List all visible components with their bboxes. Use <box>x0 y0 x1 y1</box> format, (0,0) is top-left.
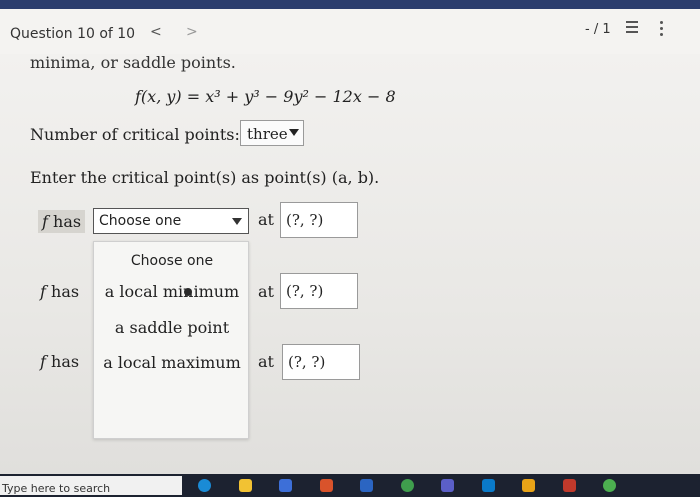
app-icon[interactable] <box>562 479 576 492</box>
teams-icon[interactable] <box>441 479 454 492</box>
critical-count-label: Number of critical points: <box>30 125 240 144</box>
question-number: Question 10 of 10 <box>10 26 136 42</box>
previous-question-button[interactable]: < <box>150 24 162 40</box>
critical-count-value: three <box>247 125 288 143</box>
mail-icon[interactable] <box>481 479 495 492</box>
word-icon[interactable] <box>360 479 373 492</box>
chrome-alt-icon[interactable] <box>603 479 616 492</box>
equation-rhs: x³ + y³ − 9y² − 12x − 8 <box>205 87 396 106</box>
dropdown-option[interactable]: a saddle point <box>94 318 250 337</box>
equation-lhs: f(x, y) = <box>135 87 206 106</box>
folder-icon[interactable] <box>522 479 535 492</box>
chrome-icon[interactable] <box>400 479 414 492</box>
classification-dropdown-menu: Choose one a local minimum a saddle poin… <box>93 241 249 439</box>
edge-icon[interactable] <box>198 479 211 492</box>
list-icon[interactable] <box>626 21 638 33</box>
score-display: - / 1 <box>585 22 611 37</box>
instructions: Enter the critical point(s) as point(s) … <box>30 168 380 187</box>
row1-classification-select[interactable]: Choose one <box>93 208 249 234</box>
question-header: Question 10 of 10 < > - / 1 <box>0 9 700 55</box>
row3-label: f has <box>40 352 80 371</box>
row3-point-input[interactable]: (?, ?) <box>282 344 360 380</box>
dropdown-arrow-icon <box>289 129 299 136</box>
row1-selected-value: Choose one <box>99 213 182 229</box>
top-color-strip <box>0 0 700 9</box>
dropdown-option[interactable]: a local minimum <box>94 282 250 301</box>
row2-at-label: at <box>258 282 274 301</box>
row2-point-input[interactable]: (?, ?) <box>280 273 358 309</box>
dropdown-arrow-icon <box>232 218 242 225</box>
row1-at-label: at <box>258 210 274 229</box>
store-icon[interactable] <box>279 479 292 492</box>
row1-label: f has <box>38 210 86 233</box>
row3-at-label: at <box>258 352 274 371</box>
dropdown-option[interactable]: Choose one <box>94 253 250 269</box>
question-body: minima, or saddle points. f(x, y) = x³ +… <box>0 53 700 474</box>
next-question-button[interactable]: > <box>186 24 198 40</box>
office-icon[interactable] <box>319 479 333 492</box>
function-equation: f(x, y) = x³ + y³ − 9y² − 12x − 8 <box>135 87 396 106</box>
taskbar: Type here to search <box>0 474 700 497</box>
row1-point-input[interactable]: (?, ?) <box>280 202 358 238</box>
row2-label: f has <box>40 282 80 301</box>
kebab-menu-icon[interactable] <box>660 21 664 39</box>
file-explorer-icon[interactable] <box>238 479 252 492</box>
dropdown-option[interactable]: a local maximum <box>94 353 250 372</box>
prompt-text-partial: minima, or saddle points. <box>30 53 236 72</box>
mouse-cursor <box>184 288 192 296</box>
critical-count-select[interactable]: three <box>240 120 304 146</box>
taskbar-search-box[interactable]: Type here to search <box>0 476 182 495</box>
